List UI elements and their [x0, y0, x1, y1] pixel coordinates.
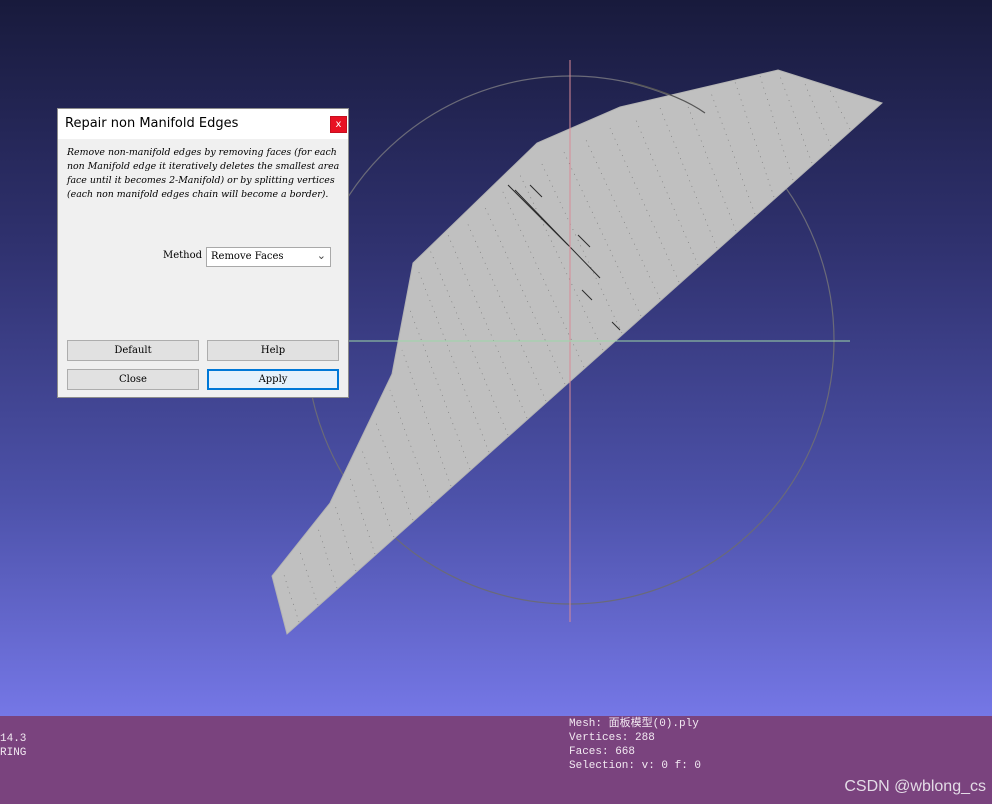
info-left-line-1: 14.3 [0, 733, 27, 745]
watermark: CSDN @wblong_cs [844, 778, 986, 795]
mesh-surface [271, 69, 883, 635]
info-left-block: 14.3 RING [0, 732, 26, 760]
dialog-titlebar[interactable]: Repair non Manifold Edges x [58, 109, 348, 139]
help-button[interactable]: Help [207, 340, 339, 361]
status-info-bar: 14.3 RING Mesh: 面板模型(0).ply Vertices: 28… [0, 716, 992, 804]
repair-dialog: Repair non Manifold Edges x Remove non-m… [57, 108, 349, 398]
method-value: Remove Faces [211, 251, 284, 262]
dialog-close-button[interactable]: x [330, 116, 347, 133]
chevron-down-icon: ⌄ [316, 249, 326, 262]
apply-button[interactable]: Apply [207, 369, 339, 390]
close-button[interactable]: Close [67, 369, 199, 390]
faces-count: Faces: 668 [569, 746, 636, 758]
dialog-description: Remove non-manifold edges by removing fa… [67, 147, 340, 200]
mesh-info-block: Mesh: 面板模型(0).ply Vertices: 288 Faces: 6… [569, 717, 701, 773]
selection-info: Selection: v: 0 f: 0 [569, 760, 702, 772]
info-left-line-2: RING [0, 747, 27, 759]
dialog-title: Repair non Manifold Edges [65, 116, 239, 131]
vertices-count: Vertices: 288 [569, 732, 655, 744]
method-select[interactable]: Remove Faces ⌄ [206, 247, 331, 267]
method-label: Method [163, 250, 203, 261]
close-icon: x [335, 119, 342, 130]
mesh-name: Mesh: 面板模型(0).ply [569, 718, 699, 730]
default-button[interactable]: Default [67, 340, 199, 361]
